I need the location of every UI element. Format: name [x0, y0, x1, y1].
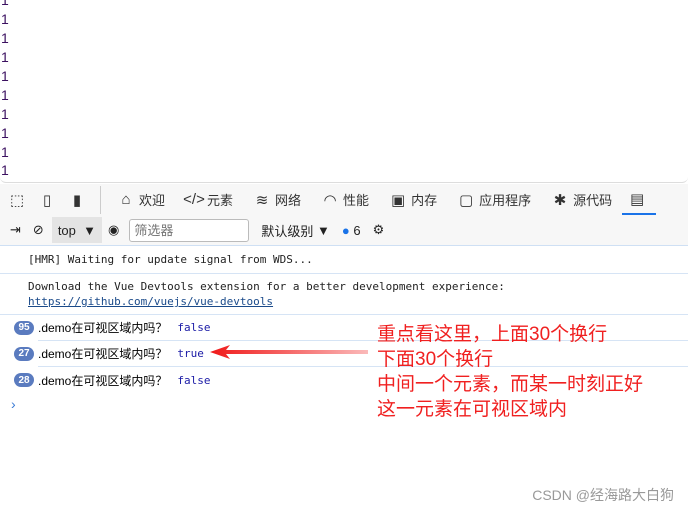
gauge-icon: ◠ [323, 191, 337, 209]
live-expression-icon[interactable]: ◉ [102, 217, 125, 243]
repeat-count-badge: 27 [14, 346, 34, 361]
filter-input[interactable] [129, 218, 250, 242]
clear-console-icon[interactable]: ⊘ [27, 217, 50, 243]
vue-devtools-link[interactable]: https://github.com/vuejs/vue-devtools [28, 295, 273, 308]
line: 1 [1, 162, 9, 178]
line: 1 [1, 30, 9, 46]
dock-icon[interactable]: ▮ [64, 184, 94, 215]
line: 1 [1, 106, 9, 122]
tab-sources[interactable]: ✱ 源代码 [541, 184, 622, 215]
device-icon[interactable]: ▯ [34, 184, 64, 215]
tab-memory[interactable]: ▣ 内存 [379, 184, 447, 215]
dropdown-arrow-icon: ▼ [316, 222, 330, 238]
settings-gear-icon[interactable]: ⚙ [367, 217, 391, 243]
tab-welcome[interactable]: ⌂ 欢迎 [107, 184, 175, 215]
console-message: Download the Vue Devtools extension for … [0, 274, 688, 315]
inspect-icon[interactable]: ⬚ [0, 184, 34, 215]
annotation-text: 重点看这里，上面30个换行 下面30个换行 中间一个元素，而某一时刻正好 这一元… [377, 324, 644, 420]
watermark: CSDN @经海路大白狗 [532, 487, 674, 503]
console-icon: ▤ [630, 190, 645, 208]
repeat-count-badge: 95 [14, 320, 34, 335]
context-select[interactable]: top ▼ [51, 217, 102, 243]
line: 1 [1, 68, 9, 84]
line: 1 [1, 0, 9, 8]
message-count[interactable]: ● 6 [336, 217, 367, 243]
message-icon: ● [341, 222, 350, 238]
line: 1 [1, 87, 9, 103]
line: 1 [1, 11, 9, 27]
tab-performance[interactable]: ◠ 性能 [311, 184, 379, 215]
line: 1 [1, 144, 9, 160]
console-message: [HMR] Waiting for update signal from WDS… [0, 246, 688, 274]
console-toolbar: ⇥ ⊘ top ▼ ◉ 默认级别 ▼ ● 6 ⚙ [0, 215, 688, 246]
log-level-select[interactable]: 默认级别 ▼ [255, 217, 336, 243]
window-icon: ▢ [458, 191, 474, 209]
wifi-icon: ≋ [255, 191, 269, 209]
dropdown-arrow-icon: ▼ [83, 222, 96, 238]
tab-elements[interactable]: </> 元素 [175, 184, 243, 215]
repeat-count-badge: 28 [14, 373, 34, 387]
code-icon: </> [183, 191, 205, 208]
arrow-icon [210, 345, 368, 359]
home-icon: ⌂ [121, 191, 131, 208]
bug-icon: ✱ [553, 191, 567, 209]
line: 1 [1, 49, 9, 65]
chip-icon: ▣ [390, 191, 406, 209]
sidebar-toggle-icon[interactable]: ⇥ [4, 217, 27, 243]
line: 1 [1, 125, 9, 141]
tab-network[interactable]: ≋ 网络 [243, 184, 311, 215]
page-viewport: 1 1 1 1 1 1 1 1 1 1 [0, 0, 688, 183]
tab-console[interactable]: ▤ [622, 184, 657, 215]
divider [100, 185, 101, 214]
tab-application[interactable]: ▢ 应用程序 [447, 184, 541, 215]
console-prompt-icon[interactable]: › [11, 396, 16, 412]
devtools-tabbar: ⬚ ▯ ▮ ⌂ 欢迎 </> 元素 ≋ 网络 ◠ 性能 ▣ 内存 ▢ 应用程序 ✱ 源代码 ▤ [0, 184, 688, 215]
